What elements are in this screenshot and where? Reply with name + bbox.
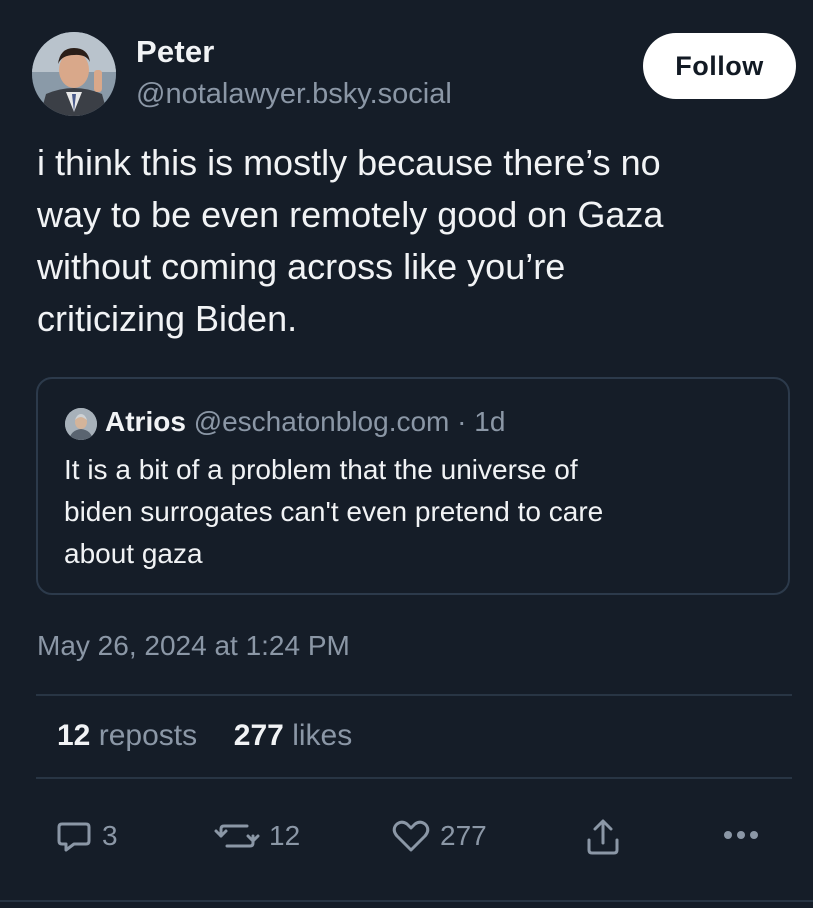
quoted-post-header: Atrios @eschatonblog.com · 1d: [105, 406, 505, 438]
ellipsis-icon: [724, 831, 758, 839]
divider: [36, 694, 792, 696]
like-button[interactable]: 277: [390, 816, 487, 856]
divider: [36, 777, 792, 779]
author-avatar[interactable]: [32, 32, 116, 116]
repost-icon: [214, 824, 260, 848]
follow-button[interactable]: Follow: [643, 33, 796, 99]
post-timestamp: May 26, 2024 at 1:24 PM: [37, 630, 350, 661]
quoted-author-avatar[interactable]: [65, 408, 97, 440]
reposts-stat[interactable]: 12 reposts: [57, 719, 205, 752]
reply-button[interactable]: 3: [54, 816, 118, 856]
reposts-count: 12: [57, 719, 91, 752]
like-count: 277: [440, 820, 487, 851]
bottom-divider: [0, 900, 813, 902]
quoted-separator: ·: [457, 406, 467, 437]
avatar-image: [32, 32, 116, 116]
author-display-name[interactable]: Peter: [136, 34, 215, 70]
quoted-author-handle[interactable]: @eschatonblog.com: [194, 406, 450, 437]
share-icon: [587, 819, 619, 855]
engagement-stats: 12 reposts 277 likes: [57, 719, 352, 753]
heart-icon: [392, 820, 430, 852]
quoted-author-name[interactable]: Atrios: [105, 406, 186, 437]
quoted-post-card[interactable]: Atrios @eschatonblog.com · 1d It is a bi…: [36, 377, 790, 595]
reply-icon: [57, 822, 91, 852]
quoted-avatar-image: [65, 408, 97, 440]
quoted-post-time: 1d: [474, 406, 506, 437]
repost-button[interactable]: 12: [213, 816, 300, 856]
author-handle[interactable]: @notalawyer.bsky.social: [136, 78, 452, 111]
share-button[interactable]: [584, 816, 622, 858]
reposts-label: reposts: [98, 719, 198, 752]
likes-stat[interactable]: 277 likes: [234, 719, 352, 752]
post-text: i think this is mostly because there’s n…: [37, 142, 664, 339]
likes-count: 277: [233, 719, 284, 752]
repost-count: 12: [269, 820, 301, 851]
reply-count: 3: [102, 820, 118, 851]
quoted-post-text: It is a bit of a problem that the univer…: [64, 454, 604, 569]
likes-label: likes: [292, 719, 353, 752]
post-thread-view: Peter @notalawyer.bsky.social Follow i t…: [0, 0, 813, 908]
more-options-button[interactable]: [721, 828, 761, 842]
